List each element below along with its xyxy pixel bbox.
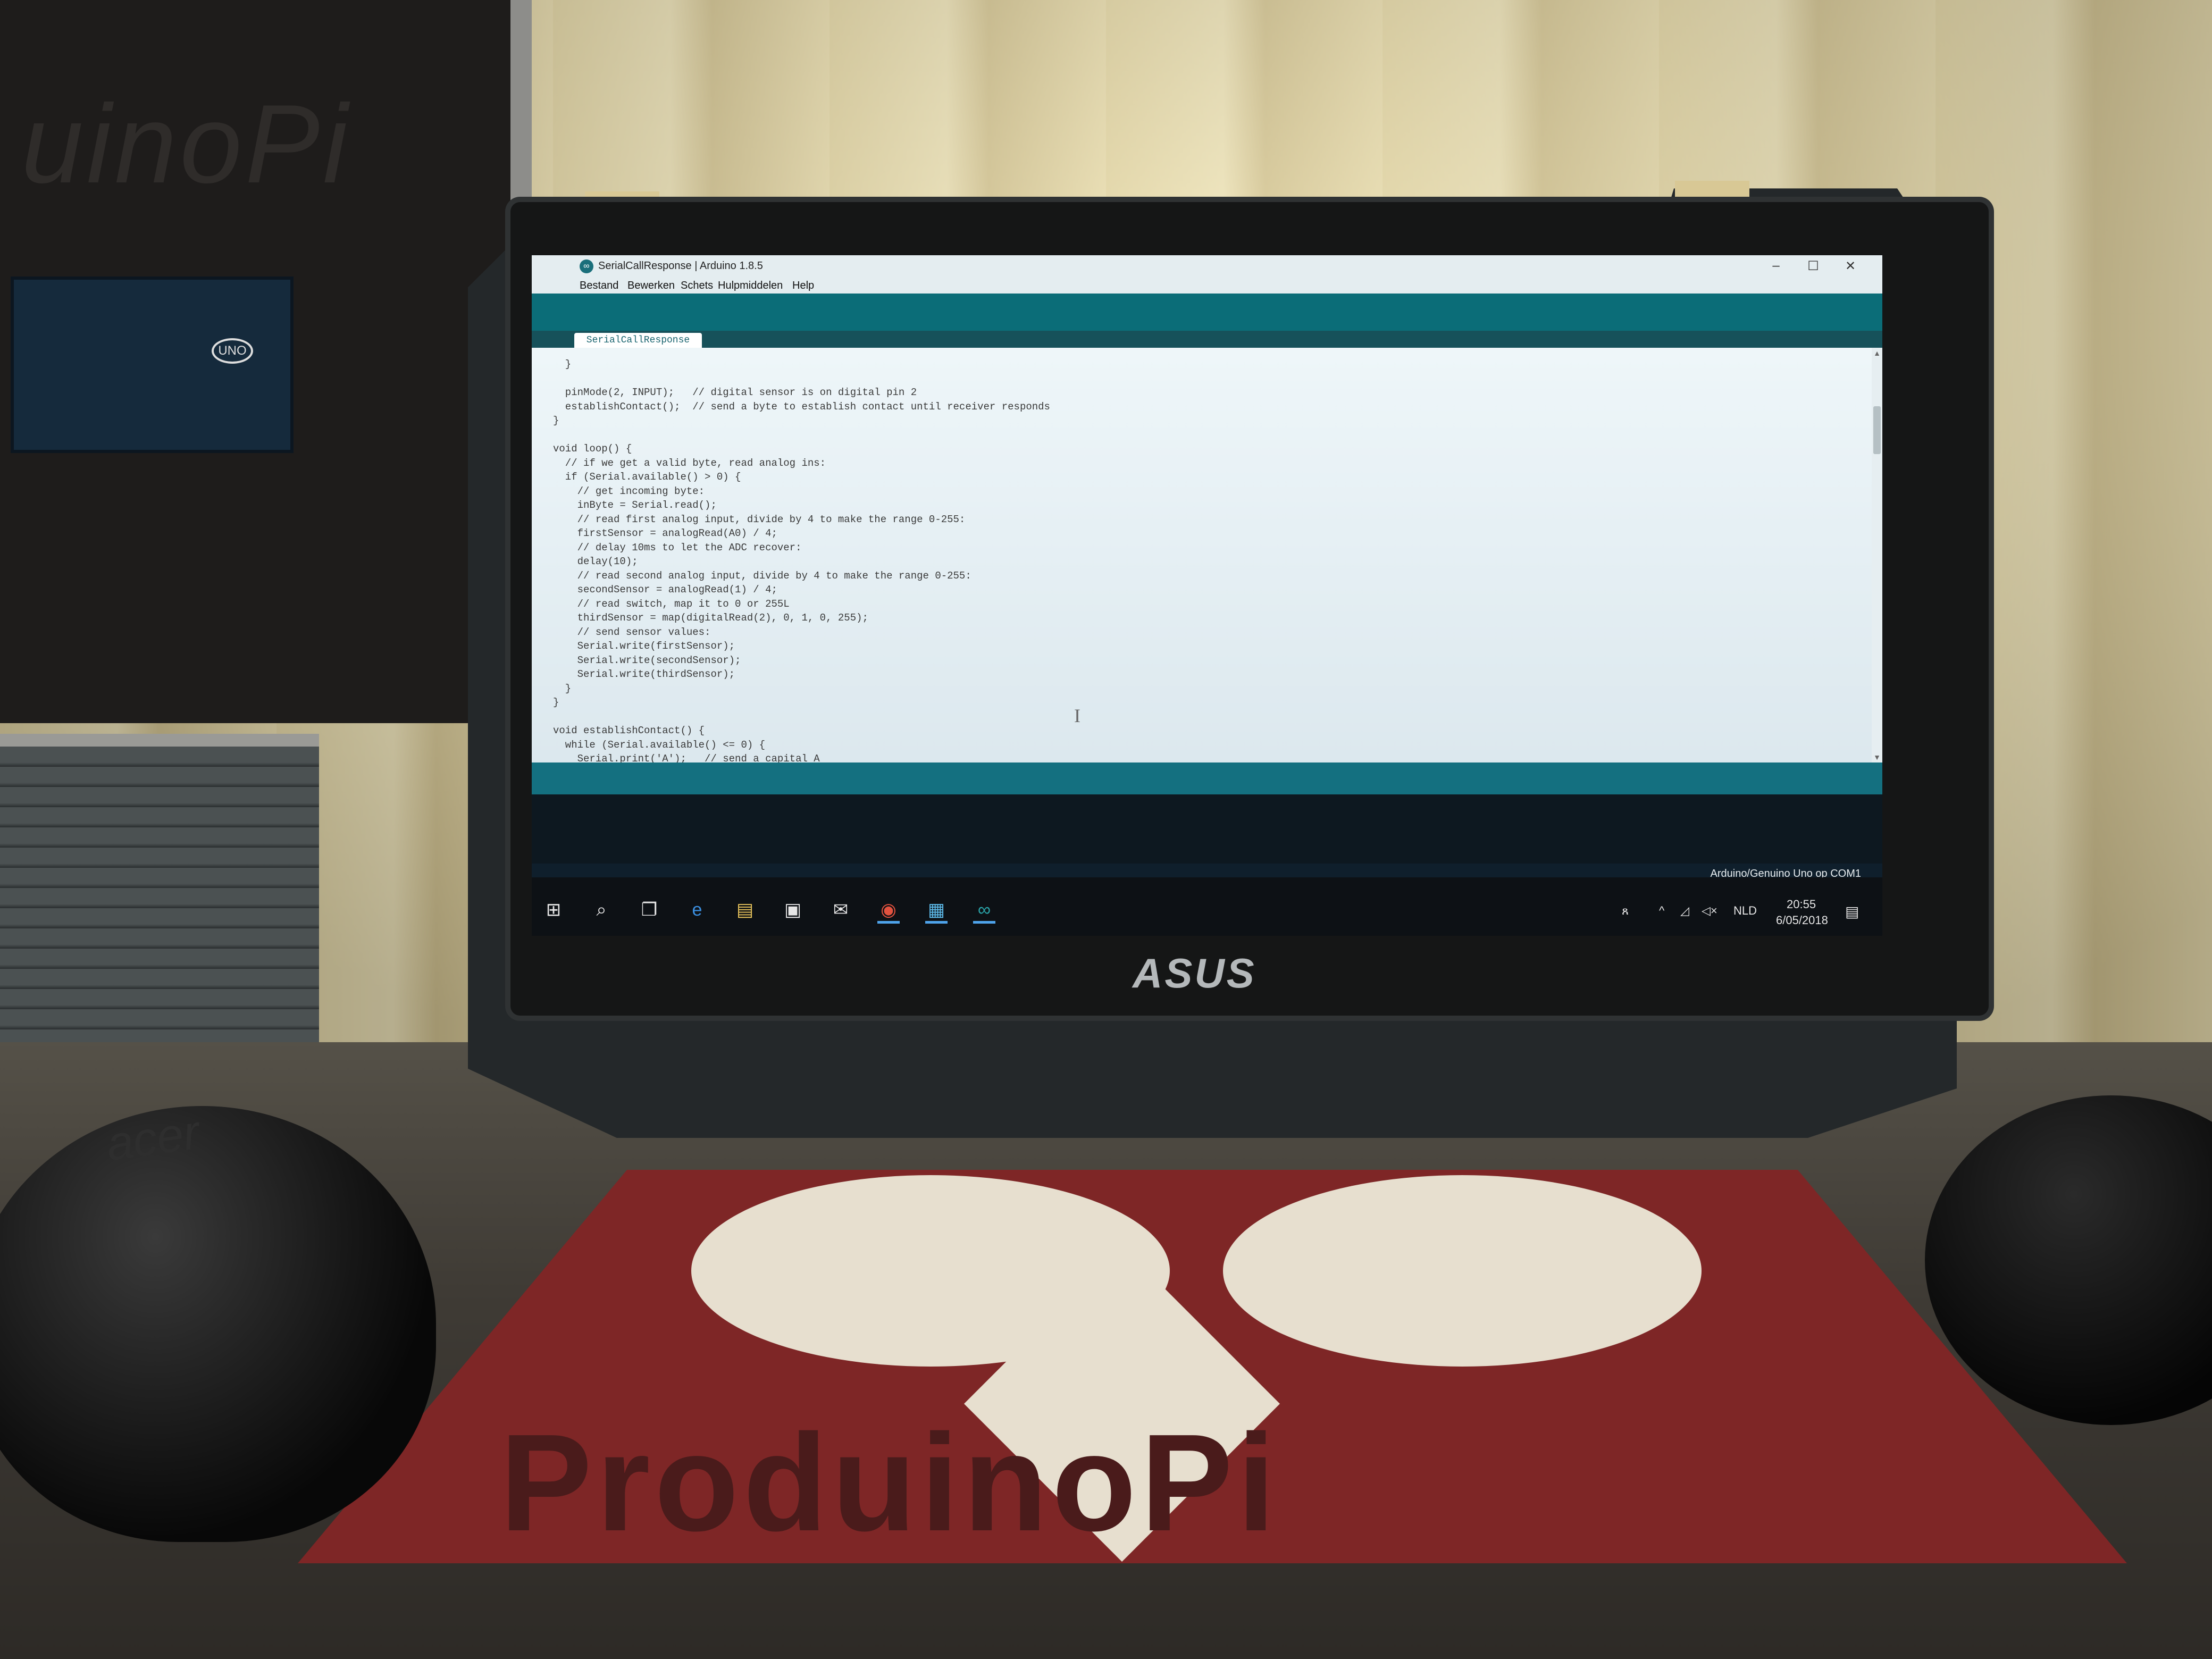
chevron-up-icon[interactable]: ^ <box>1659 904 1664 918</box>
code-line[interactable]: } <box>553 415 559 429</box>
code-line[interactable]: void establishContact() { <box>553 725 705 739</box>
arduino-logo-icon: ∞ <box>580 259 593 273</box>
taskbar: ⊞ ⌕ ❐ e ▤ ▣ ✉ ◉ ▦ ∞ ጸ ^ ◿ ◁× NLD 20:55 6… <box>532 877 1882 936</box>
tab-strip: SerialCallResponse <box>532 331 1882 348</box>
scroll-down-icon[interactable]: ▼ <box>1872 753 1882 761</box>
maximize-button[interactable]: ☐ <box>1803 258 1824 274</box>
code-line[interactable]: while (Serial.available() <= 0) { <box>553 739 765 753</box>
language-indicator[interactable]: NLD <box>1733 904 1757 918</box>
code-line[interactable]: thirdSensor = map(digitalRead(2), 0, 1, … <box>553 612 868 626</box>
monitor-brand-logo: ASUS <box>1133 950 1256 996</box>
code-line[interactable]: delay(10); <box>553 556 638 569</box>
minimize-button[interactable]: – <box>1765 258 1787 273</box>
console-area <box>532 794 1882 864</box>
code-line[interactable]: // send sensor values: <box>553 626 711 640</box>
code-line[interactable]: void loop() { <box>553 443 632 457</box>
menu-bewerken[interactable]: Bewerken <box>627 280 675 292</box>
start-icon[interactable]: ⊞ <box>542 899 565 921</box>
code-line[interactable]: inByte = Serial.read(); <box>553 499 717 513</box>
scroll-up-icon[interactable]: ▲ <box>1872 349 1882 357</box>
mousepad-logo-shape <box>1223 1175 1702 1367</box>
window-title: SerialCallResponse | Arduino 1.8.5 <box>598 260 763 272</box>
window-titlebar: ∞ SerialCallResponse | Arduino 1.8.5 – ☐… <box>532 255 1882 276</box>
code-line[interactable]: } <box>553 683 571 697</box>
code-line[interactable]: // get incoming byte: <box>553 485 705 499</box>
menu-help[interactable]: Help <box>792 280 814 292</box>
code-line[interactable]: // read second analog input, divide by 4… <box>553 570 971 584</box>
stand-slot <box>1675 181 1749 197</box>
code-line[interactable]: // read switch, map it to 0 or 255L <box>553 598 790 612</box>
scroll-thumb[interactable] <box>1873 406 1881 454</box>
code-line[interactable]: // read first analog input, divide by 4 … <box>553 514 966 527</box>
tab-sketch[interactable]: SerialCallResponse <box>574 333 702 348</box>
clock-time[interactable]: 20:55 <box>1787 898 1816 911</box>
file-explorer-icon[interactable]: ▤ <box>734 899 756 921</box>
case-lettering: uinoPi <box>21 81 351 206</box>
arduino-icon[interactable]: ∞ <box>973 899 995 924</box>
chrome-icon[interactable]: ◉ <box>877 899 900 924</box>
code-line[interactable]: Serial.write(firstSensor); <box>553 640 735 654</box>
status-bar <box>532 763 1882 794</box>
code-editor[interactable]: } pinMode(2, INPUT); // digital sensor i… <box>532 348 1872 765</box>
editor-scrollbar[interactable]: ▲ ▼ <box>1872 348 1882 763</box>
search-icon[interactable]: ⌕ <box>590 899 613 921</box>
menu-hulpmiddelen[interactable]: Hulpmiddelen <box>718 280 783 292</box>
menu-schets[interactable]: Schets <box>681 280 713 292</box>
code-line[interactable]: // if we get a valid byte, read analog i… <box>553 457 826 471</box>
app-window-icon[interactable]: ▦ <box>925 899 948 924</box>
code-line[interactable]: if (Serial.available() > 0) { <box>553 471 741 485</box>
code-line[interactable]: Serial.write(thirdSensor); <box>553 668 735 682</box>
menubar: Bestand Bewerken Schets Hulpmiddelen Hel… <box>532 276 1882 294</box>
close-button[interactable]: ✕ <box>1840 258 1861 274</box>
task-view-icon[interactable]: ❐ <box>638 899 660 921</box>
code-line[interactable]: Serial.write(secondSensor); <box>553 655 741 668</box>
toolbar <box>532 294 1882 331</box>
notification-icon[interactable]: ▤ <box>1845 903 1859 920</box>
store-icon[interactable]: ▣ <box>782 899 804 921</box>
people-icon[interactable]: ጸ <box>1622 904 1629 918</box>
mail-icon[interactable]: ✉ <box>830 899 852 921</box>
menu-bestand[interactable]: Bestand <box>580 280 618 292</box>
code-line[interactable]: secondSensor = analogRead(1) / 4; <box>553 584 777 598</box>
code-line[interactable]: firstSensor = analogRead(A0) / 4; <box>553 527 777 541</box>
clock-date[interactable]: 6/05/2018 <box>1776 914 1828 927</box>
code-line[interactable]: establishContact(); // send a byte to es… <box>553 401 1050 415</box>
code-line[interactable]: // delay 10ms to let the ADC recover: <box>553 542 802 556</box>
screen: ∞ SerialCallResponse | Arduino 1.8.5 – ☐… <box>532 255 1882 936</box>
code-line[interactable]: } <box>553 358 571 372</box>
network-icon[interactable]: ◿ <box>1680 904 1689 918</box>
mousepad-lettering: ProduinoPi <box>500 1406 1280 1560</box>
arduino-board-picture: UNO <box>11 276 294 453</box>
text-cursor-icon: I <box>1074 705 1080 726</box>
volume-muted-icon[interactable]: ◁× <box>1702 904 1717 918</box>
code-line[interactable]: pinMode(2, INPUT); // digital sensor is … <box>553 387 917 400</box>
uno-logo: UNO <box>212 338 253 364</box>
code-line[interactable]: } <box>553 697 559 710</box>
edge-icon[interactable]: e <box>686 899 708 921</box>
